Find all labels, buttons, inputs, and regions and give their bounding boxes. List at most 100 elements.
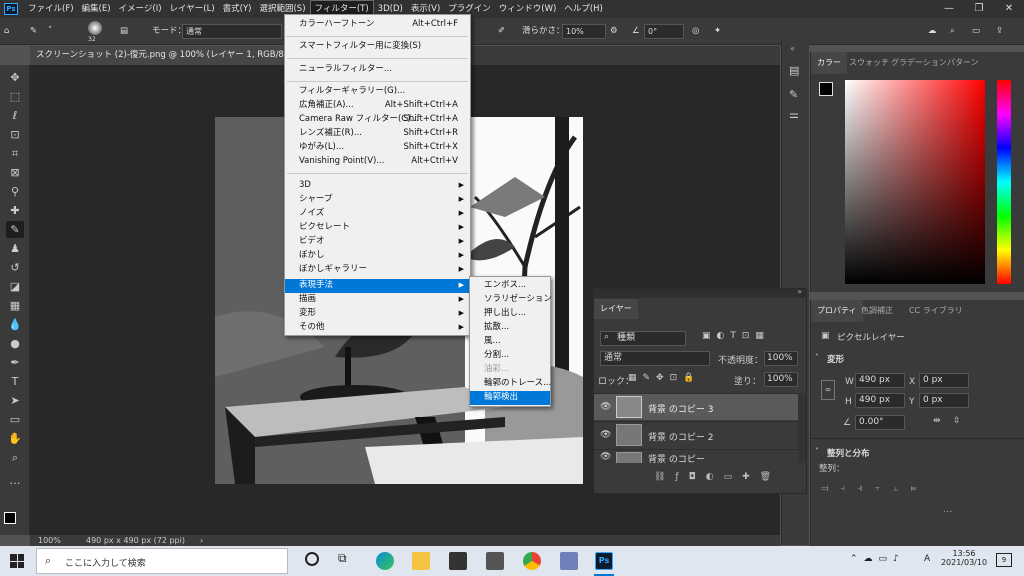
chrome-icon[interactable]: [523, 552, 541, 570]
quick-select-tool-icon[interactable]: ⊡: [6, 126, 24, 143]
chevron-down-icon[interactable]: ˅: [815, 447, 819, 456]
workspace-icon[interactable]: ▭: [972, 23, 980, 39]
more-options-icon[interactable]: ···: [943, 507, 953, 518]
mail-icon[interactable]: [486, 552, 504, 570]
collapse-icon[interactable]: »: [797, 287, 802, 296]
layer-row[interactable]: 👁 背景 のコピー: [594, 449, 798, 463]
layers-scrollbar[interactable]: [798, 393, 806, 463]
tab-patterns[interactable]: パターン: [941, 52, 985, 74]
link-icon[interactable]: ∞: [821, 380, 835, 400]
menu-item-trace-contour[interactable]: 輪郭のトレース...: [470, 377, 551, 391]
search-icon[interactable]: ⌕: [950, 23, 955, 39]
angle-input[interactable]: 0°: [644, 24, 684, 39]
brush-settings-icon[interactable]: ▤: [120, 23, 128, 39]
tab-cc-libraries[interactable]: CC ライブラリ: [903, 300, 969, 322]
eye-icon[interactable]: 👁: [600, 452, 611, 462]
adjust-icon[interactable]: ⚌: [789, 108, 799, 121]
zoom-level[interactable]: 100%: [38, 535, 61, 546]
tab-color[interactable]: カラー: [811, 52, 847, 74]
y-input[interactable]: 0 px: [919, 393, 969, 408]
stamp-tool-icon[interactable]: ♟: [6, 240, 24, 257]
photoshop-logo[interactable]: Ps: [4, 3, 18, 15]
menu-edit[interactable]: 編集(E): [78, 0, 115, 18]
menu-item-blur-gallery[interactable]: ぼかしギャラリー ▶: [285, 263, 470, 277]
menu-item-stylize[interactable]: 表現手法 ▶: [285, 279, 470, 293]
close-icon[interactable]: ✕: [994, 0, 1024, 18]
opacity-input[interactable]: 100%: [764, 351, 798, 366]
symmetry-icon[interactable]: ✦: [714, 23, 721, 39]
eye-icon[interactable]: 👁: [600, 430, 611, 440]
chevron-down-icon[interactable]: ˅: [48, 23, 52, 39]
marquee-tool-icon[interactable]: ⬚: [6, 88, 24, 105]
layer-filter-icons[interactable]: ▣◐T⊡▦: [702, 331, 770, 341]
windows-start-icon[interactable]: [10, 554, 24, 568]
fg-color-swatch[interactable]: [819, 82, 833, 96]
menu-item-sharpen[interactable]: シャープ ▶: [285, 193, 470, 207]
menu-item-find-edges[interactable]: 輪郭検出: [470, 391, 550, 405]
status-arrow-icon[interactable]: ›: [200, 535, 203, 546]
color-picker-field[interactable]: [845, 80, 985, 284]
tab-layers[interactable]: レイヤー: [594, 299, 638, 319]
menu-window[interactable]: ウィンドウ(W): [495, 0, 561, 18]
minimize-icon[interactable]: —: [934, 0, 964, 18]
taskbar-search-box[interactable]: ⌕ ここに入力して検索: [36, 548, 288, 574]
notification-icon[interactable]: 9: [996, 553, 1012, 567]
layer-row[interactable]: 👁 背景 のコピー 3: [594, 393, 798, 420]
share-icon[interactable]: ⇪: [996, 23, 1003, 39]
smoothing-input[interactable]: 10%: [562, 24, 606, 39]
lasso-tool-icon[interactable]: ℓ: [6, 107, 24, 124]
flip-vertical-icon[interactable]: ⇳: [953, 416, 961, 426]
menu-item-extrude[interactable]: 押し出し...: [470, 307, 550, 321]
healing-tool-icon[interactable]: ✚: [6, 202, 24, 219]
zoom-tool-icon[interactable]: ⌕: [6, 449, 24, 466]
menu-item-filter-gallery[interactable]: フィルターギャラリー(G)...: [285, 85, 470, 99]
menu-item-adaptive-wide-angle[interactable]: 広角補正(A)... Alt+Shift+Ctrl+A: [285, 99, 470, 113]
more-tools-icon[interactable]: …: [6, 472, 24, 489]
blur-tool-icon[interactable]: 💧: [6, 316, 24, 333]
tab-adjustments[interactable]: 色調補正: [855, 300, 899, 322]
menu-item-blur[interactable]: ぼかし ▶: [285, 249, 470, 263]
menu-item-render[interactable]: 描画 ▶: [285, 293, 470, 307]
menu-layer[interactable]: レイヤー(L): [166, 0, 219, 18]
mode-select[interactable]: 通常: [182, 24, 282, 39]
pen-tool-icon[interactable]: ✒: [6, 354, 24, 371]
menu-item-other[interactable]: その他 ▶: [285, 321, 470, 335]
restore-icon[interactable]: ❐: [964, 0, 994, 18]
menu-item-liquify[interactable]: ゆがみ(L)... Shift+Ctrl+X: [285, 141, 470, 155]
layer-filter-select[interactable]: 種類: [600, 331, 686, 346]
history-brush-icon[interactable]: ↺: [6, 259, 24, 276]
menu-item-lens-correction[interactable]: レンズ補正(R)... Shift+Ctrl+R: [285, 127, 470, 141]
explorer-icon[interactable]: [412, 552, 430, 570]
gradient-tool-icon[interactable]: ▦: [6, 297, 24, 314]
menu-item-tiles[interactable]: 分割...: [470, 349, 550, 363]
blend-mode-select[interactable]: 通常: [600, 351, 710, 366]
align-buttons[interactable]: ⫤⫞⫣⫟⫠⫢: [821, 483, 928, 494]
menu-image[interactable]: イメージ(I): [115, 0, 166, 18]
fill-input[interactable]: 100%: [764, 372, 798, 387]
photoshop-taskbar-icon[interactable]: Ps: [595, 552, 613, 570]
cortana-icon[interactable]: [305, 552, 319, 566]
brush-tool-icon[interactable]: ✎: [30, 23, 37, 39]
menu-item-noise[interactable]: ノイズ ▶: [285, 207, 470, 221]
menu-item-neural-filters[interactable]: ニューラルフィルター...: [285, 63, 470, 77]
chevron-down-icon[interactable]: ˅: [815, 353, 819, 362]
tab-document[interactable]: スクリーンショット (2)-復元.png @ 100% (レイヤー 1, RGB…: [30, 46, 316, 65]
menu-item-pixelate[interactable]: ピクセレート ▶: [285, 221, 470, 235]
menu-item-solarize[interactable]: ソラリゼーション: [470, 293, 552, 307]
ime-indicator[interactable]: A: [924, 554, 930, 564]
menu-item-emboss[interactable]: エンボス...: [470, 279, 550, 293]
hue-slider[interactable]: [997, 80, 1011, 284]
home-icon[interactable]: ⌂: [4, 23, 9, 39]
angle-input[interactable]: 0.00°: [855, 415, 905, 430]
menu-item-3d[interactable]: 3D ▶: [285, 179, 470, 193]
move-tool-icon[interactable]: ✥: [6, 69, 24, 86]
layer-action-icons[interactable]: ⛓ƒ◘◐▭✚🗑: [654, 472, 781, 482]
store-icon[interactable]: [449, 552, 467, 570]
path-select-icon[interactable]: ➤: [6, 392, 24, 409]
menu-item-color-halftone[interactable]: カラーハーフトーン Alt+Ctrl+F: [285, 18, 470, 32]
menu-file[interactable]: ファイル(F): [24, 0, 78, 18]
eyedropper-tool-icon[interactable]: ⚲: [6, 183, 24, 200]
menu-item-vanishing-point[interactable]: Vanishing Point(V)... Alt+Ctrl+V: [285, 155, 470, 169]
menu-item-camera-raw[interactable]: Camera Raw フィルター(C)... Shift+Ctrl+A: [285, 113, 470, 127]
x-input[interactable]: 0 px: [919, 373, 969, 388]
